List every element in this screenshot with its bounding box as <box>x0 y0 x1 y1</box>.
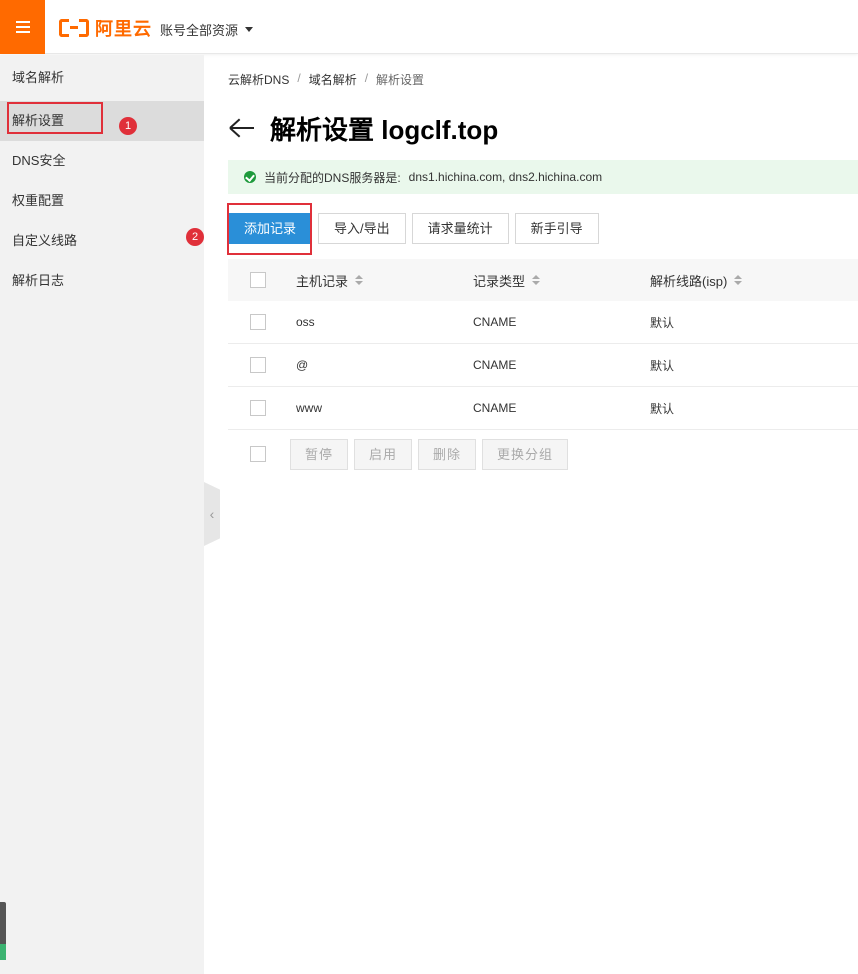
highlight-box-settings <box>7 102 103 134</box>
breadcrumb-separator: / <box>297 71 301 85</box>
select-all-checkbox[interactable] <box>250 272 266 288</box>
sidebar-collapse-handle[interactable]: ‹ <box>204 482 220 546</box>
hamburger-icon <box>15 21 30 33</box>
cell-line: 默认 <box>650 315 675 330</box>
step-badge-2: 2 <box>186 228 204 246</box>
sidebar-scrollbar[interactable] <box>0 902 6 960</box>
sidebar-item-weight-config[interactable]: 权重配置 <box>0 181 204 221</box>
enable-button[interactable]: 启用 <box>354 438 413 470</box>
highlight-box-add-record <box>227 203 312 255</box>
column-type-label: 记录类型 <box>473 273 526 289</box>
sort-icon <box>532 275 541 285</box>
check-circle-icon <box>244 171 256 183</box>
delete-button[interactable]: 删除 <box>418 438 477 470</box>
beginner-guide-button[interactable]: 新手引导 <box>514 213 599 244</box>
pause-button[interactable]: 暂停 <box>290 438 349 470</box>
sidebar-item-custom-line[interactable]: 自定义线路 <box>0 221 204 261</box>
account-resources-dropdown[interactable]: 账号全部资源 <box>160 20 254 39</box>
aliyun-logo-icon <box>59 19 89 37</box>
table-row: oss CNAME 默认 <box>228 301 858 344</box>
cell-type: CNAME <box>473 358 517 372</box>
sort-icon <box>734 275 743 285</box>
change-group-button[interactable]: 更换分组 <box>482 438 569 470</box>
notice-servers: dns1.hichina.com, dns2.hichina.com <box>408 170 603 184</box>
cell-line: 默认 <box>650 401 675 416</box>
sidebar-item-domain-resolution[interactable]: 域名解析 <box>0 58 204 98</box>
sidebar-item-dns-security[interactable]: DNS安全 <box>0 141 204 181</box>
page-title: 解析设置 logclf.top <box>270 114 499 145</box>
row-checkbox[interactable] <box>250 400 266 416</box>
column-type[interactable]: 记录类型 <box>473 259 541 301</box>
logo-text: 阿里云 <box>95 19 152 39</box>
sidebar: 域名解析 解析设置 DNS安全 权重配置 自定义线路 解析日志 <box>0 55 204 974</box>
import-export-button[interactable]: 导入/导出 <box>318 213 406 244</box>
aliyun-logo[interactable]: 阿里云 <box>59 17 152 39</box>
top-navbar: 阿里云 账号全部资源 <box>0 0 858 54</box>
notice-prefix: 当前分配的DNS服务器是: <box>264 170 401 185</box>
breadcrumb-item-domain-resolution[interactable]: 域名解析 <box>309 71 357 88</box>
breadcrumb: 云解析DNS / 域名解析 / 解析设置 <box>228 71 424 88</box>
breadcrumb-separator: / <box>364 71 369 85</box>
column-line[interactable]: 解析线路(isp) <box>650 259 743 301</box>
table-row: @ CNAME 默认 <box>228 344 858 387</box>
sidebar-item-resolution-log[interactable]: 解析日志 <box>0 261 204 301</box>
row-checkbox[interactable] <box>250 314 266 330</box>
chevron-left-icon: ‹ <box>209 506 215 522</box>
menu-toggle-button[interactable] <box>0 0 45 54</box>
page-header: 解析设置 logclf.top <box>228 110 498 146</box>
sort-icon <box>355 275 364 285</box>
cell-line: 默认 <box>650 358 675 373</box>
column-line-label: 解析线路(isp) <box>650 273 728 289</box>
cell-host: oss <box>296 315 315 329</box>
table-row: www CNAME 默认 <box>228 387 858 430</box>
batch-actions-bar: 暂停 启用 删除 更换分组 <box>228 430 858 478</box>
back-arrow-icon[interactable] <box>228 117 254 139</box>
caret-down-icon <box>245 27 254 32</box>
request-stats-button[interactable]: 请求量统计 <box>411 213 509 244</box>
cell-host: www <box>296 401 322 415</box>
breadcrumb-item-cloud-dns[interactable]: 云解析DNS <box>228 71 289 88</box>
account-resources-label: 账号全部资源 <box>160 23 239 38</box>
cell-host: @ <box>296 358 309 372</box>
row-checkbox[interactable] <box>250 357 266 373</box>
table-header: 主机记录 记录类型 解析线路(isp) <box>228 259 858 301</box>
cell-type: CNAME <box>473 315 517 329</box>
breadcrumb-item-current: 解析设置 <box>376 73 425 87</box>
step-badge-1: 1 <box>119 117 137 135</box>
column-host-label: 主机记录 <box>296 273 349 289</box>
cell-type: CNAME <box>473 401 517 415</box>
batch-select-checkbox[interactable] <box>250 446 266 462</box>
dns-server-notice: 当前分配的DNS服务器是: dns1.hichina.com, dns2.hic… <box>228 160 858 194</box>
records-table: 主机记录 记录类型 解析线路(isp) oss CNAME 默认 @ CNAME… <box>228 259 858 478</box>
column-host[interactable]: 主机记录 <box>296 259 364 301</box>
